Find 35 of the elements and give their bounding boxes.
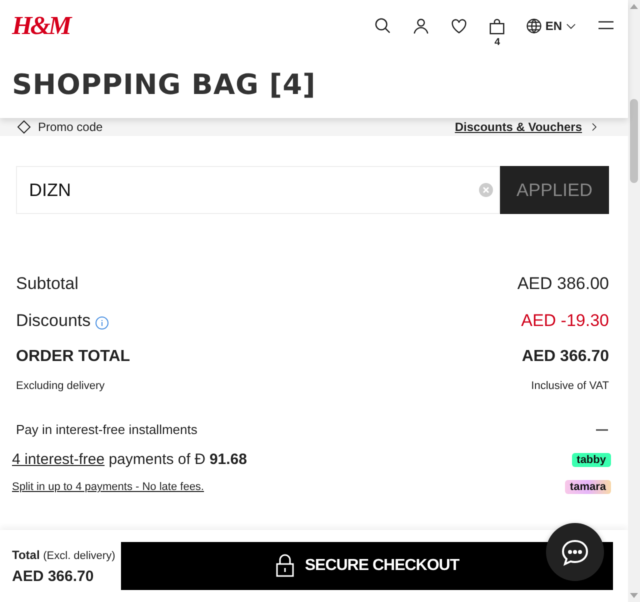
total-amount: AED 366.70 (12, 568, 95, 584)
vouchers-link[interactable]: Discounts & Vouchers (454, 120, 582, 134)
tamara-badge: tamara (564, 480, 611, 494)
summary-value: AED 366.70 (522, 348, 609, 366)
bag-count: 4 (494, 36, 500, 48)
bag-icon[interactable] (487, 16, 508, 36)
info-icon[interactable] (94, 316, 109, 330)
chat-button[interactable] (546, 523, 604, 581)
summary-label: Discounts (16, 311, 91, 331)
currency-symbol: Ð (194, 451, 206, 468)
installments-title: Pay in interest-free installments (16, 422, 198, 437)
payments-text: payments of (108, 451, 190, 468)
promo-code-field[interactable]: DIZN (16, 166, 500, 214)
checkout-button[interactable]: SECURE CHECKOUT (121, 542, 613, 590)
lock-icon (274, 554, 295, 578)
brand-logo[interactable]: H&M (12, 11, 70, 41)
summary-value: AED -19.30 (521, 311, 609, 331)
tabby-badge: tabby (572, 452, 611, 466)
split-payments-link[interactable]: Split in up to 4 payments - No late fees. (12, 481, 204, 493)
total-label: Total (Excl. delivery) (12, 548, 116, 562)
promo-label: Promo code (38, 120, 103, 134)
globe-icon[interactable] (525, 17, 544, 35)
summary-value: AED 386.00 (517, 274, 609, 294)
scrollbar-thumb[interactable] (630, 99, 638, 183)
applied-button[interactable]: APPLIED (500, 166, 609, 214)
tag-icon[interactable] (16, 119, 32, 135)
page-title: SHOPPING BAG [4] (12, 68, 317, 101)
vat-note: Inclusive of VAT (531, 380, 609, 392)
delivery-note: Excluding delivery (16, 380, 105, 392)
interest-free-link[interactable]: 4 interest-free (12, 451, 105, 468)
installment-amount: 91.68 (209, 451, 247, 468)
heart-icon[interactable] (449, 16, 470, 36)
language-label[interactable]: EN (545, 19, 562, 33)
summary-label: Subtotal (16, 274, 78, 294)
summary-label: ORDER TOTAL (16, 348, 130, 366)
